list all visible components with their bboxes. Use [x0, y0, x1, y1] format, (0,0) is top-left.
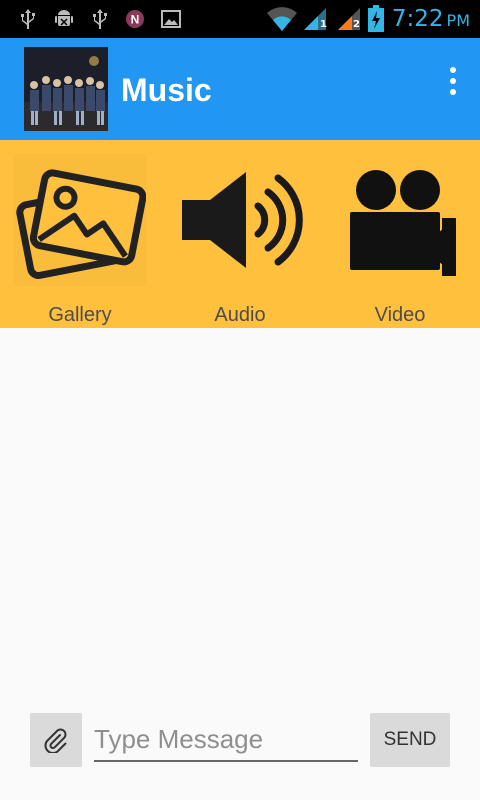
- attachment-options-bar: Gallery Audio Video: [0, 140, 480, 328]
- attach-gallery-button[interactable]: Gallery: [0, 140, 160, 328]
- usb-icon: [21, 9, 35, 29]
- group-photo-image: [24, 47, 108, 131]
- attach-video-button[interactable]: Video: [320, 140, 480, 328]
- usb-icon: [93, 9, 107, 29]
- group-avatar[interactable]: [24, 47, 108, 131]
- n-notification-icon: N: [126, 10, 144, 28]
- app-title: Music: [121, 72, 212, 108]
- attach-audio-label: Audio: [214, 304, 266, 326]
- attach-gallery-label: Gallery: [48, 304, 112, 326]
- message-input[interactable]: [94, 722, 358, 762]
- message-list[interactable]: [0, 328, 480, 698]
- video-camera-icon: [350, 170, 456, 276]
- wifi-icon: [267, 7, 297, 31]
- gallery-icon: [14, 154, 146, 286]
- svg-text:N: N: [131, 13, 140, 27]
- status-bar: N 1 2 7:22 PM: [0, 0, 480, 38]
- attach-audio-button[interactable]: Audio: [160, 140, 320, 328]
- status-clock: 7:22 PM: [391, 6, 470, 32]
- sim2-label: 2: [353, 19, 360, 30]
- paperclip-icon: [44, 728, 67, 753]
- compose-bar: SEND: [0, 700, 480, 800]
- image-icon: [161, 10, 181, 28]
- app-bar: Music: [0, 38, 480, 140]
- speaker-icon: [182, 172, 303, 268]
- attach-video-label: Video: [374, 304, 426, 326]
- attach-button[interactable]: [30, 713, 82, 767]
- send-button[interactable]: SEND: [370, 713, 450, 767]
- battery-charging-icon: [368, 5, 384, 32]
- sim1-label: 1: [320, 19, 327, 30]
- android-debug-icon: [55, 10, 73, 26]
- more-vert-icon[interactable]: [446, 66, 460, 96]
